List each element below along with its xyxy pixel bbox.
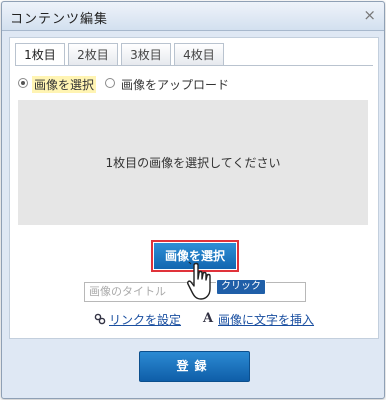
tab-3[interactable]: 3枚目 [121, 43, 171, 65]
text-insert-icon: A [203, 311, 214, 326]
tab-1[interactable]: 1枚目 [15, 43, 65, 66]
insert-text-link[interactable]: 画像に文字を挿入 [218, 311, 314, 328]
radio-button-unchecked[interactable] [105, 78, 115, 88]
click-badge: クリック [216, 279, 266, 295]
radio-button-checked[interactable] [18, 78, 28, 88]
set-link-link[interactable]: リンクを設定 [109, 311, 181, 328]
content-edit-dialog: コンテンツ編集 × 1枚目 2枚目 3枚目 4枚目 画像を選択 画像をアップロー… [1, 1, 385, 399]
content-panel: 1枚目 2枚目 3枚目 4枚目 画像を選択 画像をアップロード 1枚目の画像を選… [9, 37, 379, 339]
preview-message: 1枚目の画像を選択してください [105, 156, 281, 170]
image-preview-area: 1枚目の画像を選択してください [18, 100, 368, 225]
tab-4[interactable]: 4枚目 [174, 43, 224, 65]
tab-2[interactable]: 2枚目 [68, 43, 118, 65]
close-icon[interactable]: × [363, 6, 376, 24]
dialog-titlebar: コンテンツ編集 × [2, 2, 384, 31]
radio-upload-image-label: 画像をアップロード [121, 78, 230, 92]
radio-select-image-label: 画像を選択 [32, 76, 97, 93]
register-button[interactable]: 登録 [139, 351, 250, 382]
dialog-title: コンテンツ編集 [10, 12, 109, 27]
tab-divider [15, 65, 373, 66]
chain-link-icon [94, 313, 106, 325]
